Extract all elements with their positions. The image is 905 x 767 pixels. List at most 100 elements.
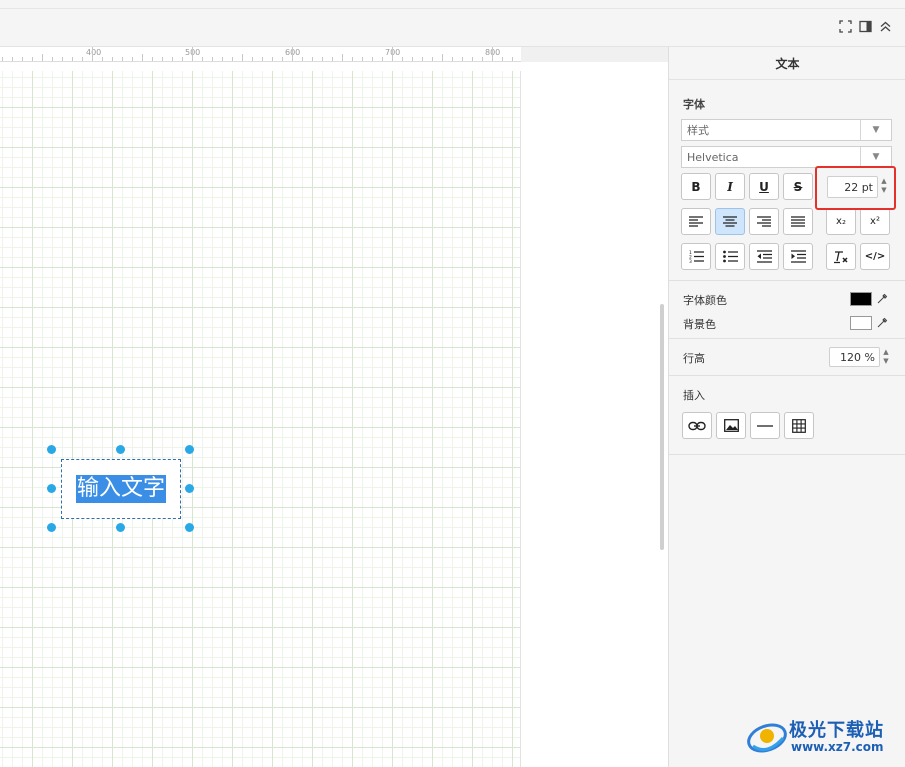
insert-link-button[interactable] [682,412,712,439]
ruler-tick [12,57,13,61]
align-left-button[interactable] [681,208,711,235]
outdent-button[interactable] [749,243,779,270]
chevron-down-icon: ▼ [860,147,891,167]
italic-button[interactable]: I [715,173,745,200]
chevron-up-icon[interactable]: ▲ [883,348,888,357]
font-family-value: Helvetica [687,150,739,164]
line-height-value: 120 % [840,350,875,364]
diagram-canvas[interactable] [0,62,668,767]
chevron-down-icon[interactable]: ▼ [883,357,888,366]
ruler-tick [132,57,133,61]
underline-icon: U [759,179,769,194]
font-family-select[interactable]: Helvetica ▼ [681,146,892,168]
strikethrough-icon: S [793,179,803,194]
style-select[interactable]: 样式 ▼ [681,119,892,141]
divider [669,375,905,376]
ruler-tick [102,57,103,61]
ruler-tick [182,57,183,61]
ruler-tick [342,54,343,61]
ruler-tick [432,57,433,61]
ruler-tick [62,57,63,61]
ruler-tick [232,57,233,61]
ruler-tick [42,54,43,61]
horizontal-ruler: 400 500 600 700 800 [0,47,521,62]
image-icon [723,419,739,432]
vertical-scrollbar[interactable] [660,304,664,550]
line-height-stepper[interactable]: ▲ ▼ [881,348,891,366]
ruler-tick [422,57,423,61]
watermark: 极光下载站 www.xz7.com [745,714,900,758]
eyedropper-icon[interactable] [874,315,890,331]
bold-icon: B [691,179,701,194]
ruler-tick [162,57,163,61]
ruler-offpage [521,47,668,62]
shape-text-selected[interactable]: 输入文字 [75,475,166,503]
link-icon [688,421,706,430]
svg-text:3: 3 [689,259,692,263]
ruler-tick [472,57,473,61]
align-center-button[interactable] [715,208,745,235]
bullet-list-icon [722,250,738,263]
subscript-button[interactable]: x₂ [826,208,856,235]
ruler-tick [112,57,113,61]
line-height-label: 行高 [683,352,705,365]
resize-handle-ne[interactable] [185,445,194,454]
resize-handle-n[interactable] [116,445,125,454]
resize-handle-sw[interactable] [47,523,56,532]
eyedropper-icon[interactable] [874,291,890,307]
ruler-tick [322,57,323,61]
resize-handle-s[interactable] [116,523,125,532]
grid-page[interactable] [0,71,521,767]
ruler-tick [332,57,333,61]
justify-button[interactable] [783,208,813,235]
strikethrough-button[interactable]: S [783,173,813,200]
resize-handle-se[interactable] [185,523,194,532]
ruler-tick [202,57,203,61]
underline-button[interactable]: U [749,173,779,200]
resize-handle-nw[interactable] [47,445,56,454]
numbered-list-button[interactable]: 123 [681,243,711,270]
top-toolbar [0,0,905,47]
table-icon [792,418,806,433]
font-section-label: 字体 [683,98,705,111]
ruler-tick [492,47,493,61]
text-shape[interactable]: 输入文字 [61,459,181,519]
resize-handle-e[interactable] [185,484,194,493]
insert-horizontal-rule-button[interactable] [750,412,780,439]
ruler-tick [222,57,223,61]
insert-table-button[interactable] [784,412,814,439]
clear-format-button[interactable] [826,243,856,270]
ruler-tick [152,57,153,61]
superscript-button[interactable]: x² [860,208,890,235]
ruler-tick [352,57,353,61]
ruler-tick [462,57,463,61]
ruler-tick [292,47,293,61]
divider [669,280,905,281]
line-height-input[interactable]: 120 % [829,347,880,367]
resize-handle-w[interactable] [47,484,56,493]
panel-toggle-icon[interactable] [857,18,873,34]
ruler-tick [192,47,193,61]
ruler-tick [512,57,513,61]
indent-button[interactable] [783,243,813,270]
align-center-icon [723,216,737,227]
fullscreen-icon[interactable] [837,18,853,34]
bullet-list-button[interactable] [715,243,745,270]
ruler-tick [302,57,303,61]
ruler-tick [72,57,73,61]
clear-format-icon [834,250,848,263]
html-edit-button[interactable]: </> [860,243,890,270]
font-color-swatch[interactable] [850,292,872,306]
ruler-tick [92,47,93,61]
ruler-tick [392,47,393,61]
horizontal-rule-icon [757,424,773,427]
insert-image-button[interactable] [716,412,746,439]
ruler-tick [32,57,33,61]
justify-icon [791,216,805,227]
bold-button[interactable]: B [681,173,711,200]
panel-tab-text[interactable]: 文本 [669,47,905,80]
background-color-swatch[interactable] [850,316,872,330]
collapse-up-icon[interactable] [877,18,893,34]
align-right-button[interactable] [749,208,779,235]
toolbar-divider [0,8,905,9]
